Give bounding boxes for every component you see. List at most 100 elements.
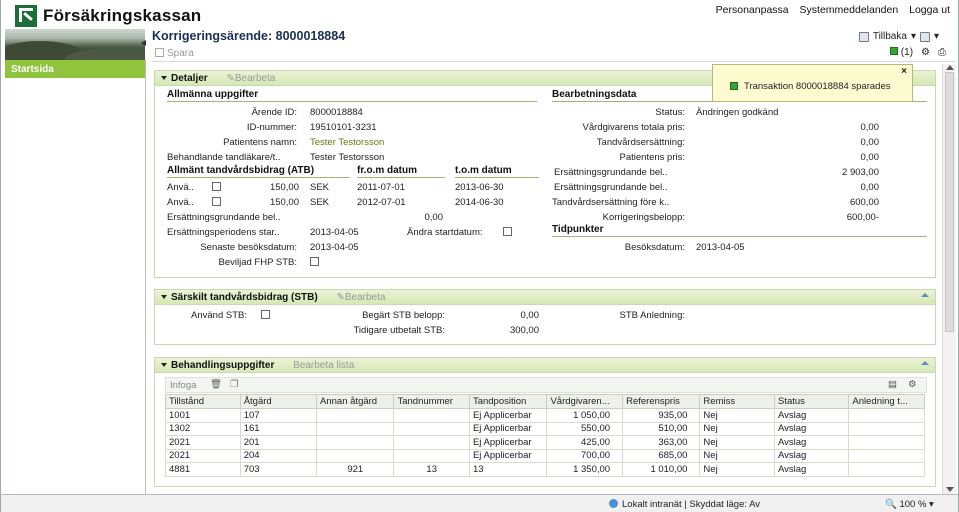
atb-checkbox[interactable]: [212, 182, 221, 191]
settings-icon[interactable]: ⚙: [921, 47, 930, 58]
list-toolbar: Infoga 🗑 ❐ ▤ ⚙: [165, 377, 927, 393]
table-cell: 1 050,00: [546, 408, 624, 423]
detaljer-title: Detaljer: [171, 73, 208, 84]
andra-startdatum-checkbox[interactable]: [503, 227, 512, 236]
table-cell: [316, 435, 395, 450]
table-cell: 201: [239, 435, 318, 450]
window-icon[interactable]: [919, 31, 930, 42]
sidebar-item-startsida[interactable]: Startsida: [5, 60, 145, 78]
link-personanpassa[interactable]: Personanpassa: [716, 4, 789, 16]
expand-icon: [161, 363, 167, 367]
chevron-down-icon: ▾: [910, 31, 916, 42]
table-cell: 13: [393, 462, 470, 477]
copy-icon[interactable]: ❐: [230, 379, 239, 390]
settings-icon[interactable]: ⚙: [908, 379, 917, 390]
column-header[interactable]: Åtgärd: [239, 394, 318, 409]
save-button[interactable]: Spara: [155, 48, 194, 59]
tillbaka-button[interactable]: Tillbaka ▾ ▾: [858, 31, 939, 42]
besok-value: 2013-04-05: [696, 242, 745, 253]
bearbeta-lista-button[interactable]: Bearbeta lista: [293, 360, 354, 371]
collapse-icon[interactable]: [921, 361, 929, 365]
collapse-icon[interactable]: [921, 293, 929, 297]
messages-button[interactable]: (1): [890, 47, 913, 58]
behandling-table: Tillstånd Åtgärd Annan åtgärd Tandnummer Tan…: [165, 394, 925, 477]
expand-icon: [161, 295, 167, 299]
vertical-scrollbar[interactable]: [942, 64, 956, 494]
stb-title: Särskilt tandvårdsbidrag (STB): [171, 292, 318, 303]
field-label: ID-nummer:: [246, 122, 297, 133]
column-header[interactable]: Referenspris: [622, 394, 701, 409]
column-header[interactable]: Annan åtgärd: [316, 394, 395, 409]
besok-label: Besöksdatum:: [624, 242, 685, 253]
print-icon[interactable]: ⎙: [938, 47, 946, 58]
collapse-sidebar-icon[interactable]: [140, 40, 146, 46]
table-cell: 107: [239, 408, 318, 423]
ers-period-value: 2013-04-05: [310, 227, 359, 238]
bearbeta-button[interactable]: ✎Bearbeta: [336, 292, 385, 303]
link-systemmeddelanden[interactable]: Systemmeddelanden: [800, 4, 899, 16]
atb-to: 2013-06-30: [455, 182, 504, 193]
field-value: 2 903,00: [842, 167, 879, 178]
behandling-header[interactable]: Behandlingsuppgifter Bearbeta lista: [155, 358, 935, 373]
field-label: Ersättningsgrundande bel..: [554, 182, 668, 193]
anvand-stb-checkbox[interactable]: [261, 310, 270, 319]
table-cell: [848, 421, 925, 436]
logo: Försäkringskassan: [15, 5, 201, 27]
table-row[interactable]: 4881 703 921 13 13 1 350,00 1 010,00 Nej Avslag: [165, 462, 925, 477]
table-cell: Nej: [699, 435, 775, 450]
scroll-down-icon[interactable]: [946, 487, 954, 492]
table-cell: [848, 462, 925, 477]
save-label: Spara: [167, 48, 194, 59]
scroll-up-icon[interactable]: [946, 65, 954, 70]
infoga-button[interactable]: Infoga: [170, 380, 196, 391]
stb-header[interactable]: Särskilt tandvårdsbidrag (STB) ✎Bearbeta: [155, 290, 935, 305]
column-header[interactable]: Tandnummer: [393, 394, 470, 409]
column-header[interactable]: Remiss: [699, 394, 775, 409]
status-label: Status:: [655, 107, 685, 118]
scroll-thumb[interactable]: [945, 72, 954, 332]
table-cell: Nej: [699, 408, 775, 423]
table-cell: [848, 448, 925, 463]
bearbeta-button[interactable]: ✎Bearbeta: [226, 73, 275, 84]
table-cell: Avslag: [773, 408, 850, 423]
tidigare-label: Tidigare utbetalt STB:: [353, 325, 445, 336]
notification-toast: × Transaktion 8000018884 sparades: [712, 64, 913, 102]
status-bar: Lokalt intranät | Skyddat läge: Av 🔍 100…: [1, 494, 958, 512]
column-header[interactable]: Tillstånd: [165, 394, 241, 409]
table-row[interactable]: 2021 204 Ej Applicerbar 700,00 685,00 Nej Avsl…: [165, 448, 925, 463]
table-row[interactable]: 1302 161 Ej Applicerbar 550,00 510,00 Nej Avsl…: [165, 421, 925, 436]
atb-currency: SEK: [310, 182, 330, 193]
column-header[interactable]: Vårdgivaren...: [546, 394, 624, 409]
bearbeta-label: Bearbeta: [344, 292, 386, 303]
table-cell: 1 010,00: [622, 462, 701, 477]
link-logga-ut[interactable]: Logga ut: [909, 4, 950, 16]
senaste-label: Senaste besöksdatum:: [200, 242, 297, 253]
expand-icon: [161, 76, 167, 80]
field-label: Vårdgivarens totala pris:: [582, 122, 685, 133]
column-header[interactable]: Tandposition: [468, 394, 548, 409]
column-header[interactable]: Status: [773, 394, 850, 409]
column-header[interactable]: Anledning t...: [848, 394, 925, 409]
behandling-panel: Behandlingsuppgifter Bearbeta lista Info…: [154, 357, 936, 487]
patient-name-link[interactable]: Tester Testorsson: [310, 137, 384, 148]
field-label: Ersättningsgrundande bel..: [554, 167, 668, 178]
field-value: 0,00: [860, 122, 880, 133]
table-cell: [393, 421, 470, 436]
export-icon[interactable]: ▤: [888, 379, 897, 390]
table-cell: [848, 435, 925, 450]
fhp-checkbox[interactable]: [310, 257, 319, 266]
zoom-control[interactable]: 🔍 100 % ▾: [885, 499, 934, 510]
atb-checkbox[interactable]: [212, 197, 221, 206]
table-cell: 2021: [165, 435, 241, 450]
table-cell: [393, 448, 470, 463]
table-row[interactable]: 1001 107 Ej Applicerbar 1 050,00 935,00 Nej Av…: [165, 408, 925, 423]
delete-icon[interactable]: 🗑: [210, 379, 222, 390]
table-cell: 161: [239, 421, 318, 436]
app-window: Försäkringskassan Personanpassa Systemme…: [0, 0, 959, 512]
table-cell: Avslag: [773, 462, 850, 477]
table-row[interactable]: 2021 201 Ej Applicerbar 425,00 363,00 Nej Avsl…: [165, 435, 925, 450]
table-cell: Nej: [699, 462, 775, 477]
table-cell: Nej: [699, 421, 775, 436]
table-cell: [848, 408, 925, 423]
close-icon[interactable]: ×: [901, 66, 907, 77]
